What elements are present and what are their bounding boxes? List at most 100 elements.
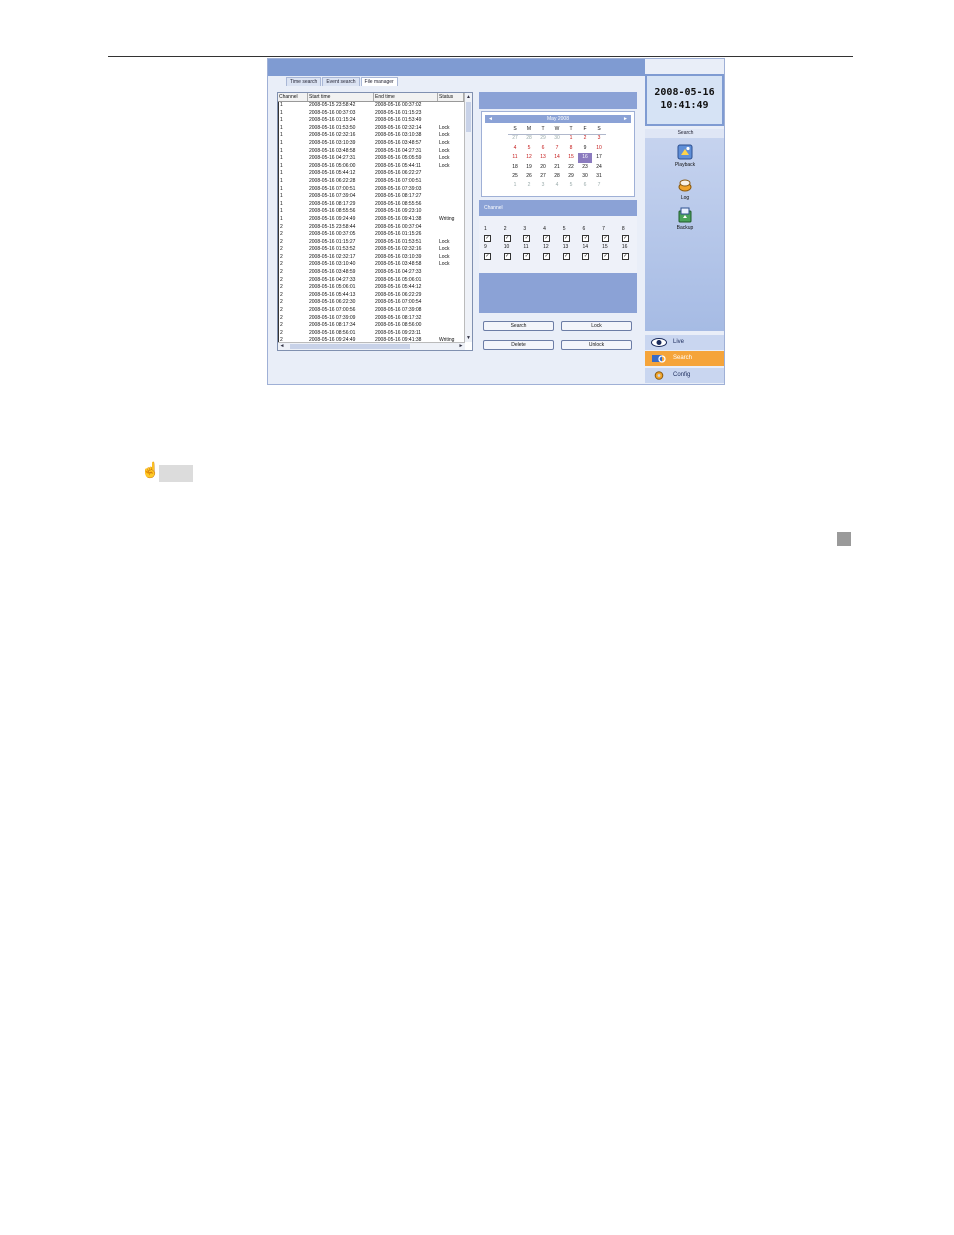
calendar-day[interactable]: 6 [578, 181, 592, 190]
channel-checkbox[interactable]: ✓ [582, 253, 590, 260]
calendar-day[interactable]: 14 [550, 153, 564, 162]
calendar-day[interactable]: 27 [508, 134, 522, 143]
channel-checkbox[interactable]: ✓ [562, 235, 570, 242]
calendar-day[interactable]: 28 [550, 172, 564, 181]
calendar-day[interactable]: 1 [508, 181, 522, 190]
calendar-day[interactable]: 7 [592, 181, 606, 190]
sidebar-item-backup[interactable]: Backup [660, 207, 710, 231]
table-row[interactable]: 2 2008-05-16 04:27:33 2008-05-16 05:06:01 [278, 276, 472, 285]
table-row[interactable]: 2 2008-05-16 01:15:27 2008-05-16 01:53:51 L… [278, 238, 472, 247]
scroll-up-icon[interactable]: ▲ [465, 93, 472, 101]
calendar-day[interactable]: 26 [522, 172, 536, 181]
calendar-day[interactable]: 15 [564, 153, 578, 162]
scroll-left-icon[interactable]: ◄ [278, 343, 286, 350]
table-row[interactable]: 2 2008-05-16 05:06:01 2008-05-16 05:44:12 [278, 284, 472, 292]
table-row[interactable]: 2 2008-05-16 07:39:09 2008-05-16 08:17:32 [278, 314, 472, 323]
table-row[interactable]: 1 2008-05-16 09:24:49 2008-05-16 09:41:38 W… [278, 215, 472, 224]
table-row[interactable]: 1 2008-05-16 01:53:50 2008-05-16 02:32:14 L… [278, 124, 472, 133]
calendar-day[interactable]: 5 [564, 181, 578, 190]
column-header-end-time[interactable]: End time [374, 93, 438, 101]
channel-checkbox[interactable]: ✓ [484, 253, 491, 260]
calendar-day[interactable]: 13 [536, 153, 550, 162]
channel-checkbox[interactable]: ✓ [621, 253, 629, 260]
calendar-day[interactable]: 19 [522, 163, 536, 172]
table-row[interactable]: 2 2008-05-15 23:58:44 2008-05-16 00:37:04 [278, 223, 472, 232]
table-row[interactable]: 1 2008-05-16 08:55:56 2008-05-16 09:23:10 [278, 208, 472, 216]
calendar-day[interactable]: 7 [550, 144, 564, 153]
scroll-down-icon[interactable]: ▼ [465, 334, 472, 342]
table-row[interactable]: 2 2008-05-16 07:00:56 2008-05-16 07:39:08 [278, 307, 472, 315]
channel-checkbox[interactable]: ✓ [602, 235, 610, 242]
delete-button[interactable]: Delete [483, 340, 554, 350]
calendar-day[interactable]: 31 [592, 172, 606, 181]
calendar-day[interactable]: 25 [508, 172, 522, 181]
calendar-day[interactable]: 27 [536, 172, 550, 181]
sidebar-item-playback[interactable]: Playback [660, 144, 710, 168]
channel-checkbox[interactable]: ✓ [543, 235, 551, 242]
unlock-button[interactable]: Unlock [561, 340, 632, 350]
table-row[interactable]: 1 2008-05-16 05:06:00 2008-05-16 05:44:11 L… [278, 162, 472, 171]
table-row[interactable]: 2 2008-05-16 02:32:17 2008-05-16 03:10:39 L… [278, 253, 472, 262]
lock-button[interactable]: Lock [561, 321, 632, 331]
calendar-day[interactable]: 4 [550, 181, 564, 190]
table-row[interactable]: 1 2008-05-16 07:00:51 2008-05-16 07:39:03 [278, 185, 472, 194]
channel-checkbox[interactable]: ✓ [503, 235, 511, 242]
table-row[interactable]: 1 2008-05-16 08:17:29 2008-05-16 08:55:56 [278, 200, 472, 209]
calendar-day[interactable]: 1 [564, 134, 578, 143]
calendar-day[interactable]: 22 [564, 163, 578, 172]
calendar-day[interactable]: 3 [536, 181, 550, 190]
nav-config[interactable]: Config [645, 368, 724, 383]
channel-checkbox[interactable]: ✓ [484, 235, 491, 242]
calendar-day[interactable]: 24 [592, 163, 606, 172]
sidebar-item-log[interactable]: Log [660, 177, 710, 201]
table-row[interactable]: 2 2008-05-16 06:22:30 2008-05-16 07:00:54 [278, 299, 472, 308]
table-row[interactable]: 2 2008-05-16 05:44:13 2008-05-16 06:22:29 [278, 291, 472, 300]
column-header-channel[interactable]: Channel [278, 93, 308, 101]
table-row[interactable]: 1 2008-05-16 04:27:31 2008-05-16 05:05:59 L… [278, 155, 472, 163]
table-row[interactable]: 1 2008-05-15 23:58:42 2008-05-16 00:37:02 [278, 102, 472, 110]
vertical-scroll-thumb[interactable] [466, 102, 471, 132]
tab-file-manager[interactable]: File manager [360, 77, 398, 86]
prev-month-icon[interactable]: ◄ [485, 115, 496, 123]
calendar-day[interactable]: 30 [550, 134, 564, 143]
table-row[interactable]: 2 2008-05-16 01:53:52 2008-05-16 02:32:16 L… [278, 246, 472, 254]
calendar-day[interactable]: 3 [592, 134, 606, 143]
horizontal-scrollbar[interactable]: ◄ ► [278, 342, 465, 350]
calendar-day[interactable]: 8 [564, 144, 578, 153]
calendar-day[interactable]: 9 [578, 144, 592, 153]
calendar-day[interactable]: 5 [522, 144, 536, 153]
calendar-day[interactable]: 29 [536, 134, 550, 143]
calendar-day[interactable]: 30 [578, 172, 592, 181]
vertical-scrollbar[interactable]: ▲ ▼ [464, 93, 472, 342]
channel-checkbox[interactable]: ✓ [543, 253, 551, 260]
nav-search[interactable]: Search [645, 351, 724, 366]
channel-checkbox[interactable]: ✓ [523, 253, 531, 260]
tab-event-search[interactable]: Event search [322, 77, 360, 86]
table-row[interactable]: 1 2008-05-16 06:22:28 2008-05-16 07:00:51 [278, 177, 472, 186]
scroll-right-icon[interactable]: ► [457, 343, 465, 350]
calendar-day[interactable]: 17 [592, 153, 606, 162]
nav-live[interactable]: Live [645, 335, 724, 350]
table-row[interactable]: 2 2008-05-16 03:10:40 2008-05-16 03:48:58 L… [278, 261, 472, 270]
tab-time-search[interactable]: Time search [286, 77, 322, 86]
horizontal-scroll-thumb[interactable] [290, 344, 410, 349]
channel-checkbox[interactable]: ✓ [523, 235, 531, 242]
channel-checkbox[interactable]: ✓ [602, 253, 610, 260]
table-row[interactable]: 2 2008-05-16 00:37:05 2008-05-16 01:15:26 [278, 231, 472, 239]
table-row[interactable]: 1 2008-05-16 02:32:16 2008-05-16 03:10:38 L… [278, 132, 472, 140]
calendar-day[interactable]: 2 [522, 181, 536, 190]
calendar-day[interactable]: 16 [578, 153, 592, 163]
calendar-day[interactable]: 2 [578, 134, 592, 143]
search-button[interactable]: Search [483, 321, 554, 331]
table-row[interactable]: 1 2008-05-16 03:10:39 2008-05-16 03:48:57 L… [278, 139, 472, 148]
table-row[interactable]: 2 2008-05-16 03:48:59 2008-05-16 04:27:33 [278, 269, 472, 277]
table-row[interactable]: 1 2008-05-16 01:15:24 2008-05-16 01:53:49 [278, 117, 472, 125]
calendar-day[interactable]: 6 [536, 144, 550, 153]
calendar-day[interactable]: 21 [550, 163, 564, 172]
channel-checkbox[interactable]: ✓ [562, 253, 570, 260]
calendar-day[interactable]: 28 [522, 134, 536, 143]
calendar-day[interactable]: 29 [564, 172, 578, 181]
calendar-day[interactable]: 10 [592, 144, 606, 153]
table-row[interactable]: 1 2008-05-16 03:48:58 2008-05-16 04:27:31 L… [278, 147, 472, 156]
calendar-day[interactable]: 4 [508, 144, 522, 153]
